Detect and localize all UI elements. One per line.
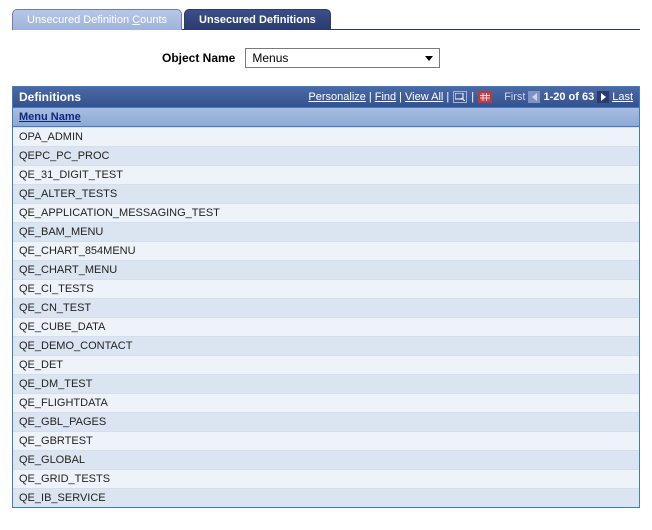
grid-nav: First 1-20 of 63 Last bbox=[504, 91, 633, 103]
definitions-grid: Definitions Personalize | Find | View Al… bbox=[12, 86, 640, 508]
find-link[interactable]: Find bbox=[375, 91, 396, 103]
tab-label: Unsecured Definitions bbox=[199, 14, 316, 26]
table-row[interactable]: QE_CHART_MENU bbox=[13, 260, 639, 279]
grid-body: OPA_ADMINQEPC_PC_PROCQE_31_DIGIT_TESTQE_… bbox=[13, 127, 639, 507]
spreadsheet-icon[interactable] bbox=[478, 91, 492, 103]
table-row[interactable]: QE_GLOBAL bbox=[13, 450, 639, 469]
object-name-select[interactable]: Menus bbox=[245, 48, 440, 68]
grid-tools: Personalize | Find | View All | | First … bbox=[308, 91, 633, 103]
tab-label-pre: Unsecured Definition bbox=[27, 14, 132, 26]
table-row[interactable]: QE_CUBE_DATA bbox=[13, 317, 639, 336]
personalize-link[interactable]: Personalize bbox=[308, 91, 365, 103]
table-row[interactable]: QE_IB_SERVICE bbox=[13, 488, 639, 507]
table-row[interactable]: QE_CI_TESTS bbox=[13, 279, 639, 298]
table-row[interactable]: QE_APPLICATION_MESSAGING_TEST bbox=[13, 203, 639, 222]
table-row[interactable]: QE_GBL_PAGES bbox=[13, 412, 639, 431]
table-row[interactable]: QE_GRID_TESTS bbox=[13, 469, 639, 488]
prev-page-icon[interactable] bbox=[528, 91, 540, 103]
tab-unsecured-definitions[interactable]: Unsecured Definitions bbox=[184, 9, 331, 30]
grid-title: Definitions bbox=[19, 90, 81, 104]
table-row[interactable]: QEPC_PC_PROC bbox=[13, 146, 639, 165]
table-row[interactable]: OPA_ADMIN bbox=[13, 127, 639, 146]
view-all-link[interactable]: View All bbox=[405, 91, 443, 103]
grid-header: Definitions Personalize | Find | View Al… bbox=[13, 87, 639, 107]
table-row[interactable]: QE_31_DIGIT_TEST bbox=[13, 165, 639, 184]
last-link[interactable]: Last bbox=[612, 91, 633, 103]
page-range: 1-20 of 63 bbox=[543, 91, 594, 103]
object-name-value: Menus bbox=[252, 51, 288, 65]
tab-label-post: ounts bbox=[140, 14, 167, 26]
table-row[interactable]: QE_DET bbox=[13, 355, 639, 374]
table-row[interactable]: QE_BAM_MENU bbox=[13, 222, 639, 241]
table-row[interactable]: QE_FLIGHTDATA bbox=[13, 393, 639, 412]
table-row[interactable]: QE_CHART_854MENU bbox=[13, 241, 639, 260]
table-row[interactable]: QE_GBRTEST bbox=[13, 431, 639, 450]
grid-column-header-row: Menu Name bbox=[13, 107, 639, 127]
first-link[interactable]: First bbox=[504, 91, 525, 103]
tab-unsecured-definition-counts[interactable]: Unsecured Definition Counts bbox=[12, 9, 182, 30]
column-menu-name[interactable]: Menu Name bbox=[19, 111, 81, 123]
table-row[interactable]: QE_DM_TEST bbox=[13, 374, 639, 393]
filter-row: Object Name Menus bbox=[162, 30, 640, 82]
tab-row: Unsecured Definition Counts Unsecured De… bbox=[12, 8, 640, 30]
chevron-down-icon bbox=[425, 56, 433, 61]
next-page-icon[interactable] bbox=[597, 91, 609, 103]
tab-label-hotkey: C bbox=[132, 14, 140, 26]
object-name-label: Object Name bbox=[162, 51, 235, 65]
table-row[interactable]: QE_CN_TEST bbox=[13, 298, 639, 317]
table-row[interactable]: QE_ALTER_TESTS bbox=[13, 184, 639, 203]
table-row[interactable]: QE_DEMO_CONTACT bbox=[13, 336, 639, 355]
zoom-icon[interactable] bbox=[453, 91, 467, 103]
